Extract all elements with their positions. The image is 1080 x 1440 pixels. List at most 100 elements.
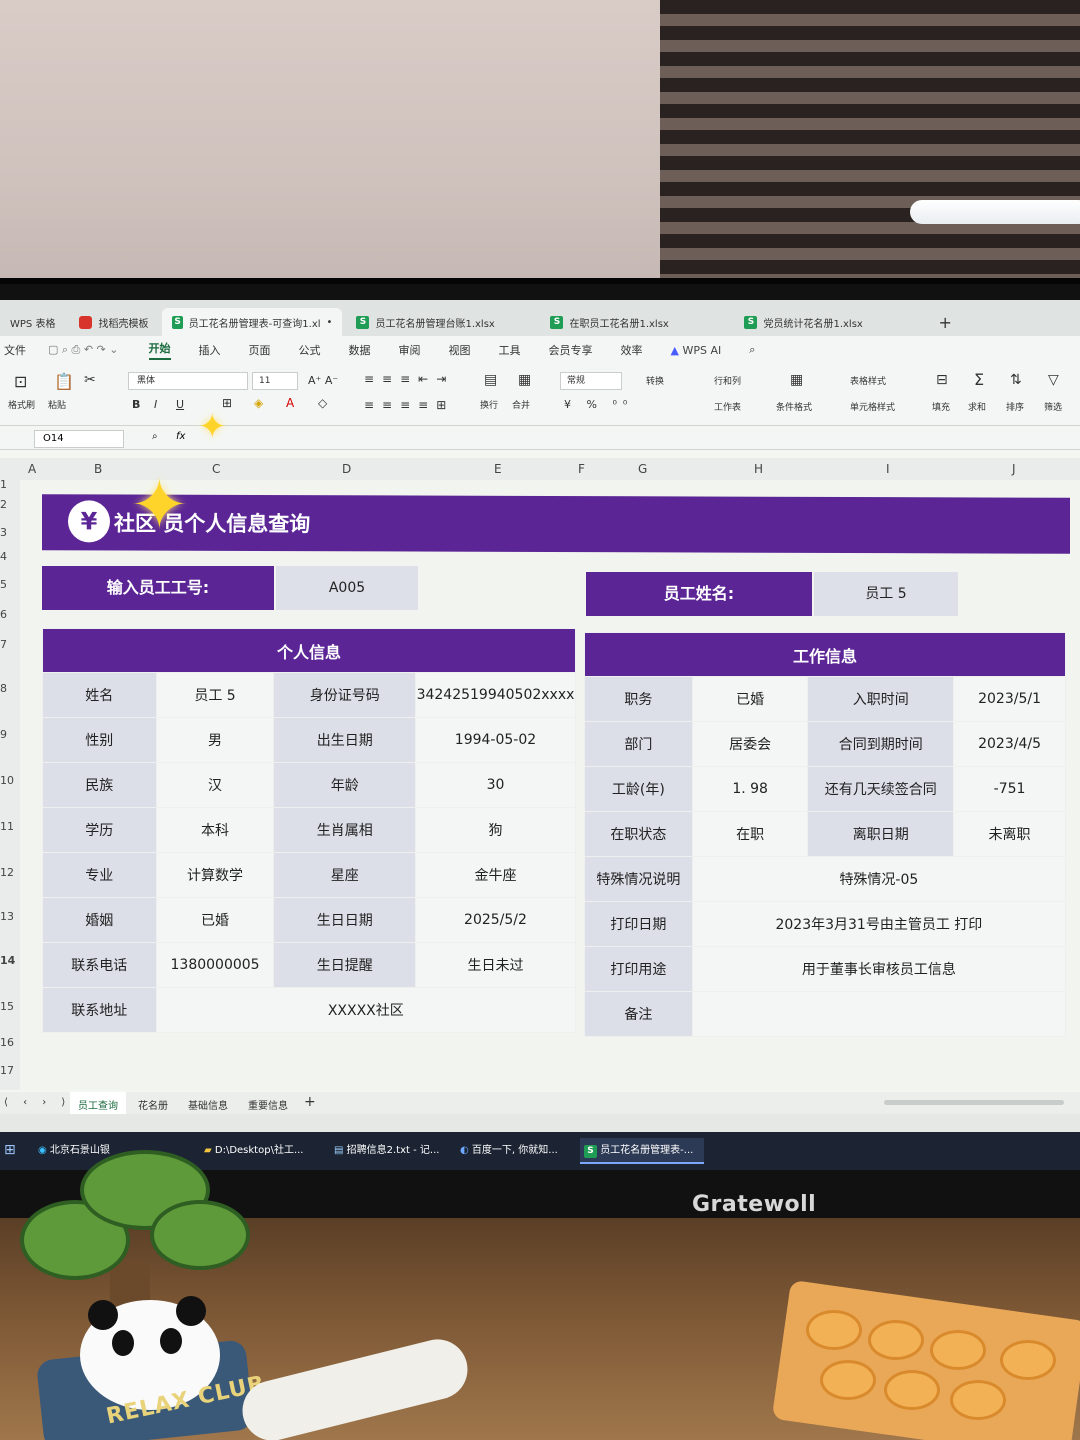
menu-home[interactable]: 开始 — [148, 340, 171, 360]
formula-input[interactable] — [200, 430, 1070, 448]
fill-color-icon[interactable]: ◈ — [254, 396, 263, 410]
clear-icon[interactable]: ◇ — [318, 396, 327, 410]
field-value[interactable]: 用于董事长审核员工信息 — [691, 946, 1067, 992]
row-col-button[interactable]: 行和列 — [714, 374, 741, 387]
menu-insert[interactable]: 插入 — [199, 342, 221, 358]
fill-label[interactable]: 填充 — [932, 400, 950, 413]
column-header[interactable]: G — [638, 462, 647, 476]
row-header[interactable]: 8 — [0, 682, 7, 695]
column-header[interactable]: E — [494, 462, 502, 476]
menu-wps-ai[interactable]: ▲ WPS AI — [671, 344, 722, 357]
sheet-nav-icons[interactable]: ⟨ ‹ › ⟩ — [4, 1097, 71, 1108]
grow-font-icon[interactable]: A⁺ A⁻ — [308, 374, 338, 387]
fx-icon[interactable]: fx — [176, 431, 185, 442]
sheet-tab-important-info[interactable]: 重要信息 — [248, 1097, 288, 1112]
convert-button[interactable]: 转换 — [646, 374, 664, 387]
currency-icons[interactable]: ¥ % ⁰⁰ — [564, 398, 633, 411]
cut-icon[interactable]: ✂ — [84, 372, 96, 388]
row-header[interactable]: 1 — [0, 478, 7, 491]
menu-review[interactable]: 审阅 — [399, 342, 421, 358]
field-value[interactable]: 1380000005 — [155, 942, 275, 988]
menu-data[interactable]: 数据 — [349, 342, 371, 358]
field-value[interactable]: 特殊情况-05 — [691, 856, 1067, 902]
row-header[interactable]: 12 — [0, 866, 14, 879]
menu-file[interactable]: 文件 — [4, 342, 26, 358]
align-icons-row2[interactable]: ≡≡≡≡⊞ — [364, 398, 454, 412]
column-header[interactable]: B — [94, 462, 102, 476]
merge-icon[interactable]: ▦ — [518, 372, 531, 388]
sheet-tab-basic-info[interactable]: 基础信息 — [188, 1097, 228, 1112]
field-value[interactable]: 男 — [155, 717, 275, 763]
sum-icon[interactable]: Σ — [974, 370, 984, 389]
add-sheet-button[interactable]: + — [304, 1094, 316, 1110]
windows-start-icon[interactable]: ⊞ — [4, 1142, 16, 1158]
search-icon[interactable]: ⌕ — [749, 343, 755, 357]
column-header[interactable]: I — [886, 462, 890, 476]
font-name-select[interactable]: 黑体 — [128, 372, 248, 390]
tab-docer[interactable]: 找稻壳模板 — [69, 308, 158, 336]
wrap-label[interactable]: 换行 — [480, 398, 498, 411]
field-value[interactable]: 在职 — [691, 811, 809, 857]
tab-wps-home[interactable]: WPS 表格 — [0, 308, 65, 336]
field-value[interactable]: 未离职 — [953, 811, 1066, 857]
font-color-icon[interactable]: A — [286, 396, 294, 410]
taskbar-browser[interactable]: ◐ 百度一下, 你就知... — [456, 1138, 576, 1164]
close-icon[interactable]: • — [327, 317, 333, 328]
quick-access-icons[interactable]: ▢ ⌕ ⎙ ↶ ↷ ⌄ — [48, 343, 119, 357]
menu-efficiency[interactable]: 效率 — [621, 342, 643, 358]
field-value[interactable]: 30 — [414, 762, 577, 808]
table-style-button[interactable]: 表格样式 — [850, 374, 886, 387]
menu-member[interactable]: 会员专享 — [549, 342, 593, 358]
field-value[interactable]: 2025/5/2 — [414, 897, 577, 943]
italic-button[interactable]: I — [154, 398, 157, 411]
field-value[interactable]: 生日未过 — [414, 942, 577, 988]
row-header[interactable]: 16 — [0, 1036, 14, 1049]
field-value[interactable] — [691, 991, 1067, 1037]
field-value[interactable]: 员工 5 — [155, 672, 275, 718]
field-value[interactable]: 已婚 — [691, 676, 809, 722]
employee-id-input[interactable]: A005 — [276, 566, 418, 610]
row-header[interactable]: 6 — [0, 608, 7, 621]
field-value[interactable]: 计算数学 — [155, 852, 275, 898]
tab-roster-ledger[interactable]: S 员工花名册管理台账1.xlsx — [346, 308, 536, 336]
column-header[interactable]: C — [212, 462, 220, 476]
font-size-select[interactable]: 11 — [252, 372, 298, 390]
bold-button[interactable]: B — [132, 398, 140, 411]
row-header[interactable]: 5 — [0, 578, 7, 591]
field-value[interactable]: XXXXX社区 — [155, 987, 577, 1033]
row-header[interactable]: 11 — [0, 820, 14, 833]
field-value[interactable]: 2023/5/1 — [953, 676, 1066, 722]
row-header[interactable]: 10 — [0, 774, 14, 787]
menu-tools[interactable]: 工具 — [499, 342, 521, 358]
format-painter-icon[interactable]: ⊡ — [14, 372, 27, 391]
field-value[interactable]: 本科 — [155, 807, 275, 853]
field-value[interactable]: 34242519940502xxxx — [414, 672, 577, 718]
column-header[interactable]: D — [342, 462, 351, 476]
number-format-select[interactable]: 常规 — [560, 372, 622, 390]
field-value[interactable]: 1. 98 — [691, 766, 809, 812]
field-value[interactable]: 居委会 — [691, 721, 809, 767]
tab-roster-query[interactable]: S 员工花名册管理表-可查询1.xl • — [162, 308, 343, 336]
cell-style-button[interactable]: 单元格样式 — [850, 400, 895, 413]
row-header[interactable]: 15 — [0, 1000, 14, 1013]
column-header[interactable]: F — [578, 462, 585, 476]
row-header[interactable]: 17 — [0, 1064, 14, 1077]
field-value[interactable]: 狗 — [414, 807, 577, 853]
row-header[interactable]: 13 — [0, 910, 14, 923]
row-header[interactable]: 2 — [0, 498, 7, 511]
column-header[interactable]: H — [754, 462, 763, 476]
filter-icon[interactable]: ▽ — [1048, 372, 1059, 388]
paste-icon[interactable]: 📋 — [54, 372, 74, 391]
paste-label[interactable]: 粘贴 — [48, 398, 66, 411]
menu-formula[interactable]: 公式 — [299, 342, 321, 358]
menu-page[interactable]: 页面 — [249, 342, 271, 358]
taskbar-notepad[interactable]: ▤ 招聘信息2.txt - 记... — [330, 1138, 450, 1164]
wrap-icon[interactable]: ▤ — [484, 372, 497, 388]
sheet-tab-roster[interactable]: 花名册 — [138, 1097, 168, 1112]
name-box[interactable]: O14 — [34, 430, 124, 448]
cond-format-label[interactable]: 条件格式 — [776, 400, 812, 413]
field-value[interactable]: -751 — [953, 766, 1066, 812]
fill-icon[interactable]: ⊟ — [936, 372, 948, 388]
cond-format-icon[interactable]: ▦ — [790, 372, 803, 388]
field-value[interactable]: 2023/4/5 — [953, 721, 1066, 767]
